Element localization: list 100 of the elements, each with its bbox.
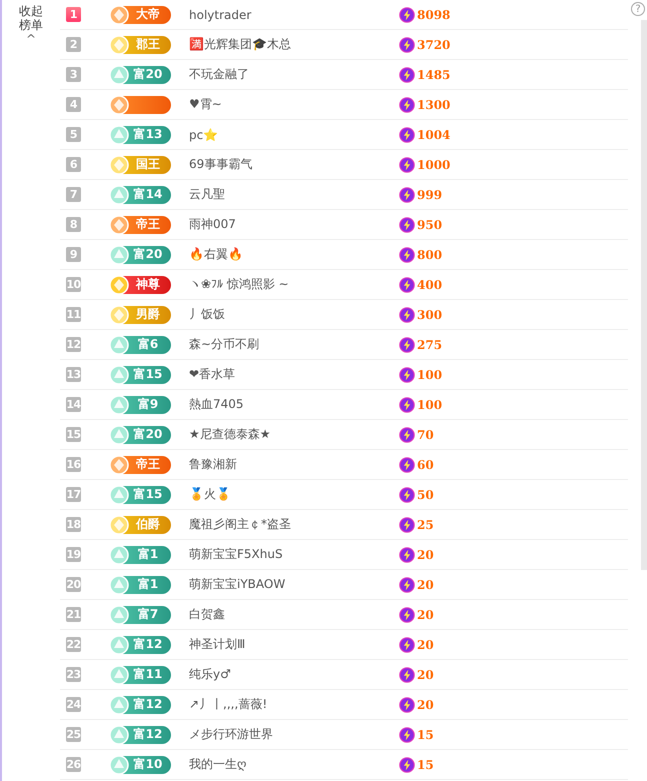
rank-number: 16 [66, 457, 81, 472]
level-badge: 富1 [111, 546, 171, 564]
score-value: 15 [417, 728, 434, 742]
level-badge: 富15 [111, 366, 171, 384]
rank-number: 21 [66, 607, 81, 622]
emblem-icon [109, 274, 129, 294]
level-badge: 神尊 [111, 276, 171, 294]
user-name: 纯乐y♂ [189, 666, 232, 683]
emblem-icon [109, 664, 129, 684]
emblem-icon [109, 574, 129, 594]
lightning-coin-icon [399, 336, 415, 352]
emblem-icon [109, 244, 129, 264]
user-name: 魔祖彡阁主￠*盗圣 [189, 516, 292, 533]
emblem-icon [109, 64, 129, 84]
emblem-icon [109, 214, 129, 234]
score-value: 400 [417, 278, 442, 292]
lightning-coin-icon [399, 216, 415, 232]
user-name: ↗丿丨,,,,蔷薇! [189, 696, 268, 713]
emblem-icon [109, 724, 129, 744]
lightning-coin-icon [399, 486, 415, 502]
score-value: 20 [417, 698, 434, 712]
user-name: ❤香水草 [189, 366, 236, 383]
emblem-icon [109, 154, 129, 174]
lightning-coin-icon [399, 756, 415, 772]
lightning-coin-icon [399, 636, 415, 652]
lightning-coin-icon [399, 246, 415, 262]
lightning-coin-icon [399, 396, 415, 412]
emblem-icon [109, 4, 129, 24]
emblem-icon [109, 454, 129, 474]
rank-number: 12 [66, 337, 81, 352]
lightning-coin-icon [399, 306, 415, 322]
level-badge: 富7 [111, 606, 171, 624]
rank-number: 22 [66, 637, 81, 652]
user-name: 雨神007 [189, 216, 237, 233]
score-value: 20 [417, 638, 434, 652]
lightning-coin-icon [399, 726, 415, 742]
score-value: 20 [417, 548, 434, 562]
lightning-coin-icon [399, 456, 415, 472]
user-name: 熱血7405 [189, 396, 245, 413]
caret-icon[interactable]: ^ [26, 34, 36, 44]
score-value: 1485 [417, 68, 450, 82]
lightning-coin-icon [399, 576, 415, 592]
score-value: 1000 [417, 158, 450, 172]
score-value: 60 [417, 458, 434, 472]
lightning-coin-icon [399, 666, 415, 682]
score-value: 70 [417, 428, 434, 442]
score-value: 100 [417, 368, 442, 382]
user-name: メ步行环游世界 [189, 726, 274, 743]
rank-number: 3 [66, 67, 81, 82]
user-name: holytrader [189, 8, 252, 22]
level-badge: 帝王 [111, 456, 171, 474]
user-name: ♥霄~ [189, 96, 223, 113]
lightning-coin-icon [399, 366, 415, 382]
score-value: 20 [417, 578, 434, 592]
rank-number: 19 [66, 547, 81, 562]
level-badge: 郡王 [111, 36, 171, 54]
lightning-coin-icon [399, 426, 415, 442]
level-badge: 富9 [111, 396, 171, 414]
lightning-coin-icon [399, 276, 415, 292]
rank-number: 26 [66, 757, 81, 772]
score-value: 800 [417, 248, 442, 262]
lightning-coin-icon [399, 126, 415, 142]
emblem-icon [109, 304, 129, 324]
rank-number: 4 [66, 97, 81, 112]
score-value: 100 [417, 398, 442, 412]
score-value: 1004 [417, 128, 450, 142]
rank-number: 2 [66, 37, 81, 52]
emblem-icon [109, 94, 129, 114]
rank-number: 8 [66, 217, 81, 232]
emblem-icon [109, 34, 129, 54]
score-value: 275 [417, 338, 442, 352]
user-name: 鲁豫湘新 [189, 456, 238, 473]
rank-number: 15 [66, 427, 81, 442]
rank-number: 25 [66, 727, 81, 742]
rank-number: 1 [66, 7, 81, 22]
level-badge: 富20 [111, 426, 171, 444]
level-badge: 富20 [111, 246, 171, 264]
level-badge: 富20 [111, 66, 171, 84]
user-name: 不玩金融了 [189, 66, 250, 83]
collapse-ranking-button[interactable]: 收起榜单 [17, 4, 45, 32]
rank-number: 10 [66, 277, 81, 292]
emblem-icon [109, 394, 129, 414]
score-value: 950 [417, 218, 442, 232]
lightning-coin-icon [399, 6, 415, 22]
emblem-icon [109, 424, 129, 444]
rank-number: 6 [66, 157, 81, 172]
emblem-icon [109, 124, 129, 144]
level-badge: 富10 [111, 756, 171, 774]
emblem-icon [109, 634, 129, 654]
rank-number: 17 [66, 487, 81, 502]
user-name: 🔥右翼🔥 [189, 246, 244, 263]
emblem-icon [109, 754, 129, 774]
level-badge: 帝王 [111, 216, 171, 234]
user-name: pc⭐ [189, 128, 220, 142]
lightning-coin-icon [399, 66, 415, 82]
rank-number: 7 [66, 187, 81, 202]
emblem-icon [109, 364, 129, 384]
emblem-icon [109, 184, 129, 204]
lightning-coin-icon [399, 516, 415, 532]
score-value: 300 [417, 308, 442, 322]
